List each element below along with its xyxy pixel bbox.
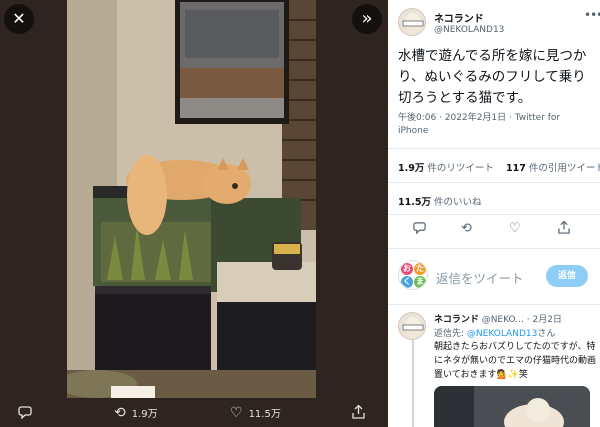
reply-icon[interactable] xyxy=(413,221,426,238)
reply-compose: お た く ま 返信をツイート 返信 xyxy=(388,254,600,298)
likes-stat[interactable]: 11.5万 件のいいね xyxy=(398,194,482,208)
retweets-stat[interactable]: 1.9万 件のリツイート xyxy=(398,163,494,174)
tweet-text: 水槽で遊んでる所を嫁に見つかり、ぬいぐるみのフリして乗り切ろうとする猫です。 xyxy=(398,48,587,106)
divider xyxy=(388,304,600,305)
reply-author-name[interactable]: ネコランド xyxy=(434,315,479,325)
expand-panel-button[interactable]: » xyxy=(352,4,382,34)
divider xyxy=(388,182,600,183)
retweet-quote-stats: 1.9万 件のリツイート 117 件の引用ツイート xyxy=(398,160,600,174)
heart-icon[interactable]: ♡ xyxy=(509,221,521,236)
quotes-stat[interactable]: 117 件の引用ツイート xyxy=(506,163,600,174)
reply-input[interactable]: 返信をツイート xyxy=(436,268,524,287)
avatar[interactable] xyxy=(398,8,426,36)
reply-to-line: 返信先: @NEKOLAND13さん xyxy=(434,329,556,339)
divider xyxy=(388,214,600,215)
cat-avatar-image xyxy=(402,317,424,339)
retweet-icon[interactable]: ⟲ xyxy=(461,221,472,236)
divider xyxy=(388,148,600,149)
reply-video-thumbnail[interactable] xyxy=(434,386,590,427)
retweet-count: 1.9万 xyxy=(131,409,158,420)
kitten-thumbnail-image xyxy=(434,386,590,427)
more-options-icon[interactable]: ••• xyxy=(584,8,600,22)
share-icon[interactable] xyxy=(558,220,570,238)
author-name[interactable]: ネコランド xyxy=(434,10,484,25)
expand-icon: » xyxy=(361,8,373,29)
user-avatar[interactable]: お た く ま xyxy=(398,260,428,290)
tweet-actions: ⟲ ♡ xyxy=(388,220,600,243)
reply-date[interactable]: 2月2日 xyxy=(532,315,561,325)
avatar[interactable] xyxy=(398,312,426,340)
close-icon: ✕ xyxy=(12,9,26,28)
reply-icon xyxy=(18,405,32,422)
heart-icon: ♡ xyxy=(230,404,243,421)
reply-header: ネコランド @NEKO... · 2月2日 xyxy=(434,315,562,325)
thread-line xyxy=(412,340,414,427)
tweet-timestamp[interactable]: 午後0:06 · 2022年2月1日 · Twitter for iPhone xyxy=(398,112,588,138)
close-button[interactable]: ✕ xyxy=(4,4,34,34)
retweet-icon: ⟲ xyxy=(114,404,126,421)
tweet-author: ネコランド @NEKOLAND13 ••• xyxy=(398,8,600,48)
reply-button[interactable] xyxy=(18,405,32,422)
like-button[interactable]: ♡ 11.5万 xyxy=(230,404,281,421)
divider xyxy=(388,248,600,249)
reply-to-handle-link[interactable]: @NEKOLAND13 xyxy=(467,329,537,339)
share-icon xyxy=(352,404,365,422)
reply-author-handle[interactable]: @NEKO... xyxy=(482,315,524,325)
reply-text: 朝起きたらおバズりしてたのですが、特にネタが無いのでエマの仔猫時代の動画置いてお… xyxy=(434,342,597,380)
retweet-button[interactable]: ⟲ 1.9万 xyxy=(114,404,158,421)
media-viewer: ✕ » ⟲ 1.9万 ♡ 11.5万 xyxy=(0,0,388,427)
like-count: 11.5万 xyxy=(248,409,281,420)
reply-submit-button[interactable]: 返信 xyxy=(546,265,588,287)
author-handle[interactable]: @NEKOLAND13 xyxy=(434,25,504,35)
cat-avatar-image xyxy=(402,13,424,35)
tweet-photo[interactable] xyxy=(67,0,316,398)
media-action-bar: ⟲ 1.9万 ♡ 11.5万 xyxy=(0,398,388,427)
share-button[interactable] xyxy=(352,404,365,422)
tweet-panel: ネコランド @NEKOLAND13 ••• 水槽で遊んでる所を嫁に見つかり、ぬい… xyxy=(388,0,600,427)
cat-aquarium-photo xyxy=(67,0,316,398)
